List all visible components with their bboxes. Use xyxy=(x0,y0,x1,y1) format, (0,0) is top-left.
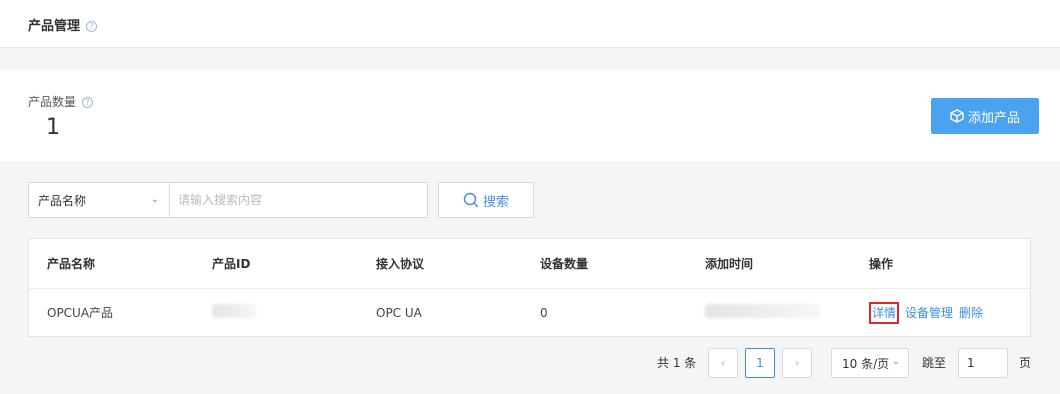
cube-icon xyxy=(950,109,964,123)
protocol-cell: OPC UA xyxy=(376,305,422,320)
search-field-select[interactable]: 产品名称 ⌄ xyxy=(28,182,170,218)
product-name-cell: OPCUA产品 xyxy=(47,306,114,320)
chevron-right-icon: › xyxy=(794,356,800,370)
add-product-button[interactable]: 添加产品 xyxy=(931,98,1039,134)
device-management-link[interactable]: 设备管理 xyxy=(905,304,953,321)
column-header-protocol: 接入协议 xyxy=(376,257,425,271)
prev-page-button[interactable]: ‹ xyxy=(708,348,738,378)
detail-link[interactable]: 详情 xyxy=(869,301,900,324)
table-header: 产品名称 产品ID 接入协议 设备数量 添加时间 操作 xyxy=(29,239,1030,289)
page-unit-label: 页 xyxy=(1019,356,1032,370)
chevron-down-icon: ⌄ xyxy=(891,356,900,367)
search-field-value: 产品名称 xyxy=(38,193,87,208)
product-table: 产品名称 产品ID 接入协议 设备数量 添加时间 操作 OPCUA产品 OPC … xyxy=(28,238,1031,337)
added-time-cell-redacted xyxy=(705,304,820,321)
add-product-button-label: 添加产品 xyxy=(967,110,1020,126)
column-header-name: 产品名称 xyxy=(47,257,96,271)
redacted-id xyxy=(212,304,256,318)
chevron-down-icon: ⌄ xyxy=(150,194,159,205)
column-header-added-time: 添加时间 xyxy=(705,257,754,271)
product-summary-panel: 产品数量? 1 添加产品 xyxy=(0,70,1060,161)
page-number-current[interactable]: 1 xyxy=(745,348,775,378)
page-size-select[interactable]: 10 条/页 ⌄ xyxy=(831,348,909,378)
search-icon xyxy=(463,192,479,208)
search-input[interactable] xyxy=(169,182,428,218)
help-icon[interactable]: ? xyxy=(86,21,98,32)
row-actions: 详情 设备管理 删除 xyxy=(869,301,983,324)
jump-to-label: 跳至 xyxy=(922,356,947,370)
column-header-id: 产品ID xyxy=(212,257,251,271)
pagination-total: 共 1 条 xyxy=(657,356,697,370)
page-title-text: 产品管理 xyxy=(28,19,81,34)
table-row: OPCUA产品 OPC UA 0 详情 设备管理 删除 xyxy=(29,289,1030,336)
column-header-device-count: 设备数量 xyxy=(540,257,589,271)
column-header-actions: 操作 xyxy=(869,257,894,271)
page-title: 产品管理? xyxy=(28,15,98,34)
redacted-time xyxy=(705,304,820,318)
chevron-left-icon: ‹ xyxy=(720,356,726,370)
search-button[interactable]: 搜索 xyxy=(438,182,534,218)
product-count-label: 产品数量? xyxy=(28,93,94,110)
jump-to-page-input[interactable] xyxy=(958,348,1008,378)
product-count-value: 1 xyxy=(46,115,60,140)
page-size-value: 10 条/页 xyxy=(842,356,890,371)
delete-link[interactable]: 删除 xyxy=(959,304,983,321)
help-icon[interactable]: ? xyxy=(82,97,94,108)
search-button-label: 搜索 xyxy=(482,194,509,210)
product-count-label-text: 产品数量 xyxy=(28,95,77,109)
device-count-cell: 0 xyxy=(540,305,548,320)
product-id-cell-redacted xyxy=(212,304,256,321)
page-header: 产品管理? xyxy=(0,0,1060,48)
next-page-button[interactable]: › xyxy=(782,348,812,378)
